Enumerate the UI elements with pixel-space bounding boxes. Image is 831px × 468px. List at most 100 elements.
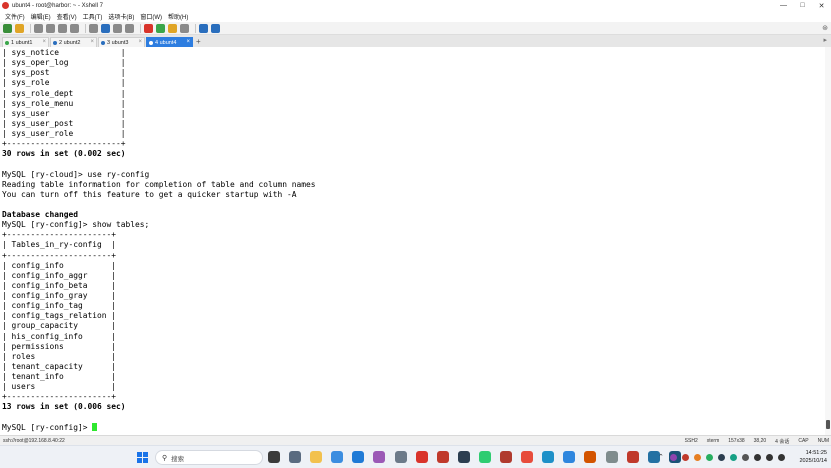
chat-icon[interactable]	[436, 451, 449, 463]
start-button[interactable]	[137, 452, 148, 463]
color-scheme-icon[interactable]	[113, 23, 122, 33]
terminal-line: | roles |	[2, 351, 117, 361]
tab-close-icon[interactable]: ×	[186, 39, 190, 45]
terminal-prompt-line[interactable]: MySQL [ry-config]>	[2, 422, 831, 433]
menu-view[interactable]: 查看(V)	[57, 12, 77, 21]
tab-close-icon[interactable]: ×	[90, 39, 94, 45]
clock[interactable]: 14:51:25 2025/10/14	[799, 449, 827, 465]
terminal-line: MySQL [ry-config]> show tables;	[2, 220, 150, 230]
tray-ime-icon[interactable]	[741, 453, 749, 461]
photos-icon[interactable]	[584, 451, 597, 463]
keyboard-icon[interactable]	[125, 23, 134, 33]
tab-list-chevron-icon[interactable]: ▸	[823, 36, 827, 44]
terminal-line: +----------------------+	[2, 230, 117, 240]
tray-wifi-icon[interactable]	[753, 453, 761, 461]
taskbar-apps	[268, 451, 690, 463]
new-tab-plus-icon[interactable]: +	[196, 37, 201, 46]
task-view-icon[interactable]	[268, 451, 280, 463]
system-tray: ⌃	[658, 453, 790, 461]
tool-icon[interactable]	[605, 451, 618, 463]
notes-icon[interactable]	[500, 451, 513, 463]
tray-app-icon[interactable]	[693, 453, 701, 461]
xshell-icon[interactable]	[415, 451, 428, 463]
lock-icon[interactable]	[168, 23, 177, 33]
notification-icon[interactable]	[211, 23, 220, 33]
terminal-icon[interactable]	[457, 451, 470, 463]
window-title: ubunt4 - root@harbor: ~ - Xshell 7	[12, 2, 103, 9]
chrome-icon[interactable]	[521, 451, 534, 463]
terminal-output[interactable]: | sys_notice | | sys_oper_log | | sys_post…	[0, 47, 831, 435]
layout-icon[interactable]	[180, 23, 189, 33]
terminal-line: | Tables_in_ry-config |	[2, 240, 117, 250]
app-icon[interactable]	[394, 451, 407, 463]
xftp-icon[interactable]	[144, 23, 153, 33]
tab-close-icon[interactable]: ×	[138, 39, 142, 45]
tab-session-2[interactable]: 2 ubunt2 ×	[50, 37, 97, 47]
menu-help[interactable]: 帮助(H)	[168, 12, 188, 21]
maximize-button[interactable]: □	[793, 0, 812, 11]
scrollbar-thumb[interactable]	[826, 420, 830, 429]
new-session-icon[interactable]	[3, 23, 12, 33]
terminal-line: Database changed	[2, 210, 79, 219]
terminal-line: | config_info_tag |	[2, 301, 117, 311]
terminal-cursor	[92, 422, 98, 431]
copy-icon[interactable]	[46, 23, 55, 33]
globe-icon[interactable]	[101, 23, 110, 33]
tab-close-icon[interactable]: ×	[42, 39, 46, 45]
tray-wechat-icon[interactable]	[705, 453, 713, 461]
toolbar-expand-icon[interactable]: ⊛	[822, 24, 828, 32]
clock-time: 14:51:25	[805, 450, 827, 456]
terminal-line: | config_info_aggr |	[2, 270, 117, 280]
tab-session-3[interactable]: 3 ubunt3 ×	[98, 37, 145, 47]
vscode-icon[interactable]	[352, 451, 365, 463]
menu-edit[interactable]: 编辑(E)	[31, 12, 51, 21]
find-icon[interactable]	[70, 23, 79, 33]
transfer-icon[interactable]	[156, 23, 165, 33]
tab-session-4[interactable]: 4 ubunt4 ×	[146, 37, 193, 47]
tray-app-icon[interactable]	[669, 453, 677, 461]
tray-volume-icon[interactable]	[765, 453, 773, 461]
caps-lock-status: CAP	[798, 438, 809, 444]
paste-icon[interactable]	[58, 23, 67, 33]
menu-file[interactable]: 文件(F)	[5, 12, 25, 21]
menu-tools[interactable]: 工具(T)	[83, 12, 103, 21]
close-button[interactable]: ✕	[812, 0, 831, 11]
protocol-status: SSH2	[684, 438, 698, 444]
help-icon[interactable]	[199, 23, 208, 33]
menu-window[interactable]: 窗口(W)	[140, 12, 162, 21]
connection-address: ssh://root@192.168.8.40:22	[3, 438, 65, 444]
browser-icon[interactable]	[331, 451, 344, 463]
windows-taskbar: ⚲ 搜索 ⌃ 14:51:25 2025/10/14	[0, 445, 831, 468]
tray-app-icon[interactable]	[729, 453, 737, 461]
tray-battery-icon[interactable]	[777, 453, 785, 461]
print-icon[interactable]	[89, 23, 98, 33]
tab-label: 2 ubunt2	[59, 39, 81, 46]
xftp-icon[interactable]	[626, 451, 639, 463]
status-bar: ssh://root@192.168.8.40:22 SSH2 xterm 15…	[0, 435, 831, 445]
reconnect-icon[interactable]	[34, 23, 43, 33]
terminal-scrollbar[interactable]	[825, 47, 831, 435]
open-folder-icon[interactable]	[15, 23, 24, 33]
tray-app-icon[interactable]	[717, 453, 725, 461]
menu-tab[interactable]: 选项卡(B)	[108, 12, 134, 21]
file-explorer-icon[interactable]	[310, 451, 323, 463]
tab-session-1[interactable]: 1 ubunt1 ×	[2, 37, 49, 47]
minimize-button[interactable]: —	[774, 0, 793, 11]
terminal-line: | config_info_beta |	[2, 280, 117, 290]
wechat-icon[interactable]	[478, 451, 491, 463]
tray-app-icon[interactable]	[681, 453, 689, 461]
terminal-line: | group_capacity |	[2, 321, 117, 331]
edge-icon[interactable]	[542, 451, 555, 463]
mysql-prompt: MySQL [ry-config]>	[2, 422, 93, 432]
taskbar-search[interactable]: ⚲ 搜索	[155, 450, 263, 465]
feishu-icon[interactable]	[563, 451, 576, 463]
terminal-line: | sys_post |	[2, 68, 126, 78]
tab-label: 4 ubunt4	[155, 39, 177, 46]
toolbox-icon[interactable]	[373, 451, 386, 463]
tray-overflow-chevron-icon[interactable]: ⌃	[658, 453, 664, 461]
terminal-line: | sys_role_menu |	[2, 98, 126, 108]
settings-icon[interactable]	[289, 451, 302, 463]
